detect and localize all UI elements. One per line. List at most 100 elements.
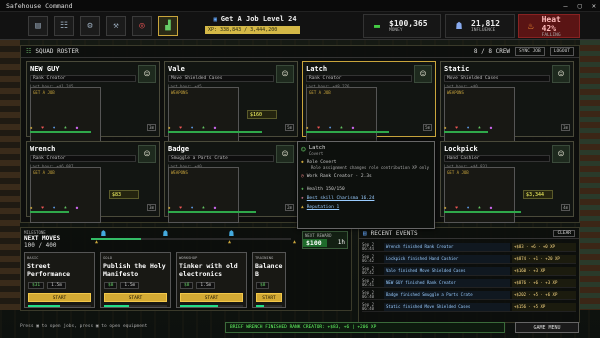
event-text: Lockpick finished Hand Cashier <box>384 254 510 263</box>
crew-portrait-icon: ☺ <box>552 145 570 163</box>
event-date: Sep 2 06:44 <box>362 241 375 251</box>
briefcase-icon: ▣ <box>213 16 221 23</box>
crew-job: GET A JOB <box>30 87 101 143</box>
crew-portrait-icon: ☺ <box>276 65 294 83</box>
window-title: Safehouse Command <box>6 1 73 10</box>
skill-icon: ♦ <box>52 125 56 130</box>
crew-button[interactable]: ☷ <box>54 16 74 36</box>
skill-icon: ◆ <box>168 125 171 130</box>
flame-icon: ♨ <box>527 20 534 32</box>
job-type: WORKSHOP <box>179 255 198 260</box>
chart-icon: ▟ <box>165 21 171 31</box>
crew-card[interactable]: LatchGET A JOBRank CreatorLast hour: +$8… <box>302 61 436 143</box>
crew-count: 8 / 8 CREW <box>473 48 511 55</box>
skill-icon: ♣ <box>478 125 481 130</box>
group-icon: ☷ <box>59 21 69 31</box>
crew-card[interactable]: BadgeWEAPONSSmuggle a Parts CrateLast ho… <box>164 141 298 223</box>
heat-stat: ♨ Heat 42% FALLING <box>518 14 580 38</box>
crew-job: WEAPONS <box>444 87 515 143</box>
job-card[interactable]: GOLD Publish the Holy Manifesto $8 1.5m STAR… <box>100 252 171 308</box>
gear-icon: ⚙ <box>87 21 93 31</box>
crew-timer: 5m <box>423 124 432 131</box>
xp-text: XP: 338,843 / 3,444,200 <box>208 27 278 33</box>
tooltip-skill: Best skill Charisma 16.24 <box>306 196 375 201</box>
job-name: Balance B <box>255 262 283 278</box>
event-reward: +$156 · +5 XP <box>512 302 576 311</box>
crew-job: WEAPONS <box>168 167 239 223</box>
tooltip-sub: Covert <box>308 151 324 156</box>
crew-xp-bar <box>168 131 262 133</box>
event-reward: +$83 · +6 · +0 XP <box>512 242 576 251</box>
crew-timer: 2m <box>285 204 294 211</box>
job-progress-bar <box>28 305 91 307</box>
settings-button[interactable]: ⚙ <box>80 16 100 36</box>
crew-card[interactable]: NEW GUYGET A JOBRank CreatorLast hour: +… <box>26 61 160 143</box>
crew-card[interactable]: StaticWEAPONSMove Shielded CasesLast hou… <box>440 61 574 143</box>
skill-icon: ♥ <box>179 205 182 210</box>
crew-role: Move Shielded Cases <box>168 75 274 82</box>
skill-icon: ♦ <box>466 205 470 210</box>
crew-attributes: ◆ ♥ ♦ ♣ ● <box>444 125 492 130</box>
skill-icon: ♦ <box>190 205 194 210</box>
job-type: BASIC <box>27 255 39 260</box>
start-job-button[interactable]: START <box>180 293 243 302</box>
job-name: Publish the Holy Manifesto <box>103 262 166 278</box>
event-date: Sep 2 06:42 <box>362 253 375 263</box>
news-ticker: BRIEF WRENCH FINISHED RANK CREATOR: +$83… <box>225 322 505 333</box>
crew-role: Move Shielded Cases <box>444 75 550 82</box>
skill-icon: ● <box>75 125 79 130</box>
tools-button[interactable]: ⚒ <box>106 16 126 36</box>
crew-card[interactable]: ValeWEAPONSMove Shielded CasesLast hour:… <box>164 61 298 143</box>
crew-timer: 3m <box>147 204 156 211</box>
skill-icon: ♣ <box>340 125 343 130</box>
crew-role: Rank Creator <box>30 155 136 162</box>
skill-icon: ● <box>489 205 493 210</box>
milestone-marker-icon: ▲ <box>228 239 232 245</box>
events-icon: ▤ <box>363 229 367 237</box>
crew-card[interactable]: LockpickGET A JOBHand CashierLast hour: … <box>440 141 574 223</box>
target-button[interactable]: ◎ <box>132 16 152 36</box>
job-card[interactable]: WORKSHOP Tinker with old electronics $8 1.5… <box>176 252 247 308</box>
heat-value: Heat 42% <box>541 14 561 33</box>
rep-icon: ▲ <box>301 205 304 210</box>
crew-role: Rank Creator <box>306 75 412 82</box>
start-job-button[interactable]: START <box>256 293 282 302</box>
start-job-button[interactable]: START <box>28 293 91 302</box>
skill-icon: ◆ <box>168 205 171 210</box>
skill-icon: ♦ <box>190 125 194 130</box>
inventory-button[interactable]: ▤ <box>28 16 48 36</box>
tooltip-job: Work Rank Creator · 2.3s <box>306 174 372 179</box>
crew-xp-bar <box>30 211 69 213</box>
close-button[interactable]: ✕ <box>592 2 596 10</box>
influence-value: 21,812 <box>471 19 500 28</box>
job-pay: $8 <box>104 282 118 289</box>
crew-role: Smuggle a Parts Crate <box>168 155 274 162</box>
bars-icon: ▤ <box>35 21 41 31</box>
job-card[interactable]: BASIC Street Performance $31 1.5m START <box>24 252 95 308</box>
event-date: Sep 2 06:42 <box>362 265 375 275</box>
skill-icon: ◆ <box>444 125 447 130</box>
game-menu-button[interactable]: GAME MENU <box>515 322 579 333</box>
skill-icon: ♥ <box>179 125 182 130</box>
minimize-button[interactable]: — <box>563 2 567 10</box>
crew-tooltip: ☺ Latch Covert ◆ Role Covert Role assignme… <box>297 141 435 229</box>
level-display: ▣ Get A Job Level 24 <box>205 15 305 23</box>
crew-card[interactable]: WrenchGET A JOBRank CreatorLast hour: +$… <box>26 141 160 223</box>
job-progress-bar <box>104 305 167 307</box>
progress-text: 100 / 400 <box>24 242 57 249</box>
xp-bar: XP: 338,843 / 3,444,200 <box>205 26 300 34</box>
target-icon: ◎ <box>139 21 145 31</box>
clear-button[interactable]: CLEAR <box>553 229 575 237</box>
crew-timer: 5m <box>285 124 294 131</box>
logout-button[interactable]: LOGOUT <box>549 47 574 56</box>
skill-icon: ♣ <box>202 125 205 130</box>
sync-job-button[interactable]: SYNC JOB <box>515 47 545 56</box>
event-date: Sep 2 06:40 <box>362 301 375 311</box>
job-pay: $8 <box>180 282 194 289</box>
job-card[interactable]: TRAINING Balance B $8 START <box>252 252 286 308</box>
job-pay: $8 <box>256 282 270 289</box>
maximize-button[interactable]: ▢ <box>578 2 582 10</box>
stats-button[interactable]: ▟ <box>158 16 178 36</box>
event-reward: +$202 · +5 · +6 XP <box>512 290 576 299</box>
start-job-button[interactable]: START <box>104 293 167 302</box>
